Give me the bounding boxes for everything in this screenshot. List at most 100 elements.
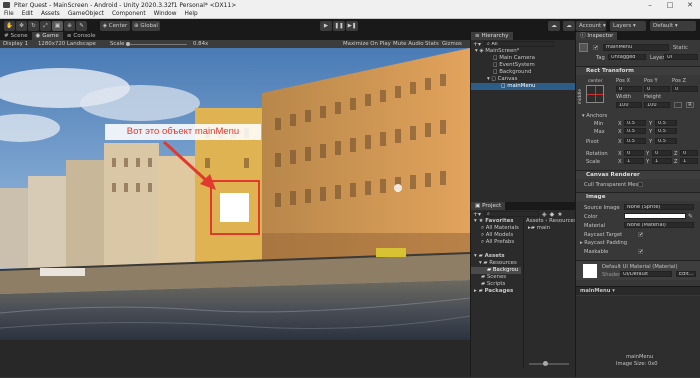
raw-edit-button[interactable]: R	[686, 102, 694, 108]
maskable-checkbox[interactable]: ✔	[638, 249, 643, 255]
scene-root-item[interactable]: ▾ ◈ MainScreen*	[471, 48, 575, 55]
tag-dropdown[interactable]: Untagged	[608, 54, 646, 60]
transform-tool-icon[interactable]: ⊕	[64, 20, 75, 31]
icon-size-slider[interactable]	[529, 363, 569, 365]
eyedropper-icon[interactable]: ✎	[688, 213, 693, 220]
project-search[interactable]: ⌕	[484, 211, 540, 217]
scale-slider[interactable]	[127, 43, 187, 45]
scale-y-field[interactable]: 1	[652, 158, 672, 164]
star-icon[interactable]: ★	[557, 211, 562, 218]
max-y-field[interactable]: 0.5	[655, 128, 677, 134]
gizmos-dropdown[interactable]: Gizmos	[442, 40, 462, 48]
step-icon[interactable]: ▶❚	[346, 20, 358, 31]
menu-component[interactable]: Component	[112, 11, 146, 17]
tab-hierarchy[interactable]: ≡ Hierarchy	[471, 32, 513, 40]
active-checkbox[interactable]: ✔	[593, 45, 598, 51]
rotate-tool-icon[interactable]: ↻	[28, 20, 39, 31]
layers-dropdown[interactable]: Layers ▾	[610, 20, 646, 31]
tab-console[interactable]: ≡ Console	[63, 32, 100, 40]
rotation-z-field[interactable]: 0	[680, 150, 698, 156]
canvas-renderer-header[interactable]: Canvas Renderer	[576, 170, 700, 179]
menu-window[interactable]: Window	[154, 11, 177, 17]
asset-main[interactable]: ▸▰ main	[524, 225, 576, 232]
close-icon[interactable]: ✕	[680, 0, 700, 10]
edit-shader-button[interactable]: Edit...	[676, 271, 696, 277]
add-asset-icon[interactable]: +▾	[473, 211, 481, 218]
stats-toggle[interactable]: Stats	[425, 40, 439, 48]
scale-tool-icon[interactable]: ⤢	[40, 20, 51, 31]
hierarchy-item-background[interactable]: ◻ Background	[471, 69, 575, 76]
menu-file[interactable]: File	[4, 11, 14, 17]
hierarchy-item-eventsystem[interactable]: ◻ EventSystem	[471, 62, 575, 69]
menu-gameobject[interactable]: GameObject	[68, 11, 104, 17]
posx-field[interactable]: 0	[616, 86, 642, 92]
custom-tool-icon[interactable]: ✎	[76, 20, 87, 31]
color-swatch[interactable]	[624, 213, 686, 219]
hand-tool-icon[interactable]: ✋	[4, 20, 15, 31]
blueprint-button[interactable]	[674, 102, 682, 108]
collab-icon[interactable]: ☁	[548, 20, 560, 31]
menu-help[interactable]: Help	[184, 11, 197, 17]
game-viewport[interactable]: Вот это объект mainMenu	[0, 48, 470, 340]
global-local-button[interactable]: ⊕ Global	[132, 20, 160, 31]
move-tool-icon[interactable]: ✥	[16, 20, 27, 31]
posy-field[interactable]: 0	[644, 86, 670, 92]
scripts-folder[interactable]: ▰ Scripts	[471, 281, 521, 288]
posz-field[interactable]: 0	[672, 86, 698, 92]
label-icon[interactable]: ◆	[550, 211, 555, 218]
static-toggle[interactable]: Static	[673, 45, 688, 51]
tab-project[interactable]: ▣ Project	[471, 202, 506, 210]
pivot-x-field[interactable]: 0.5	[624, 138, 646, 144]
add-icon[interactable]: +▾	[473, 41, 481, 48]
source-image-field[interactable]: None (Sprite)	[624, 204, 694, 210]
max-x-field[interactable]: 0.5	[624, 128, 646, 134]
layer-dropdown[interactable]: UI	[664, 54, 698, 60]
menu-edit[interactable]: Edit	[22, 11, 33, 17]
maximize-on-play-toggle[interactable]: Maximize On Play	[343, 40, 391, 48]
rect-transform-header[interactable]: Rect Transform	[576, 66, 700, 75]
tab-scene[interactable]: # Scene	[0, 32, 32, 40]
min-x-field[interactable]: 0.5	[624, 120, 646, 126]
object-name-field[interactable]: mainMenu	[603, 44, 669, 51]
resolution-dropdown[interactable]: 1280x720 Landscape	[38, 40, 96, 48]
pivot-y-field[interactable]: 0.5	[655, 138, 677, 144]
hierarchy-item-mainmenu[interactable]: ◻ mainMenu	[471, 83, 575, 90]
anchor-preset-icon[interactable]	[586, 85, 604, 103]
min-y-field[interactable]: 0.5	[655, 120, 677, 126]
maximize-icon[interactable]: □	[660, 0, 680, 10]
favorites-all-prefabs[interactable]: ⌕ All Prefabs	[471, 239, 521, 246]
display-dropdown[interactable]: Display 1	[3, 40, 28, 48]
hierarchy-item-main-camera[interactable]: ◻ Main Camera	[471, 55, 575, 62]
shader-dropdown[interactable]: UI/Default	[620, 271, 672, 277]
tab-inspector[interactable]: ⓘ Inspector	[576, 32, 618, 40]
filter-icon[interactable]: ◈	[542, 211, 547, 218]
assets-folder[interactable]: ▾ ▰ Assets	[471, 253, 521, 260]
mute-audio-toggle[interactable]: Mute Audio	[393, 40, 424, 48]
resources-folder[interactable]: ▾ ▰ Resources	[471, 260, 521, 267]
hierarchy-item-canvas[interactable]: ▾ ◻ Canvas	[471, 76, 575, 83]
scale-x-field[interactable]: 1	[624, 158, 644, 164]
breadcrumb-assets[interactable]: Assets	[526, 218, 544, 224]
material-field[interactable]: None (Material)	[624, 222, 694, 228]
icon-size-handle[interactable]	[543, 361, 548, 366]
minimize-icon[interactable]: –	[640, 0, 660, 10]
rotation-y-field[interactable]: 0	[652, 150, 672, 156]
breadcrumb-resources[interactable]: Resources	[549, 218, 577, 224]
pause-icon[interactable]: ❚❚	[333, 20, 345, 31]
raycast-padding-label[interactable]: ▸ Raycast Padding	[580, 240, 627, 246]
favorites-all-models[interactable]: ⌕ All Models	[471, 232, 521, 239]
tab-game[interactable]: ◉ Game	[31, 32, 63, 40]
cull-transparent-checkbox[interactable]	[638, 182, 643, 187]
scenes-folder[interactable]: ▰ Scenes	[471, 274, 521, 281]
favorites-folder[interactable]: ▾ ★ Favorites	[471, 218, 521, 225]
scale-slider-handle[interactable]	[126, 42, 130, 46]
rect-tool-icon[interactable]: ▣	[52, 20, 63, 31]
raycast-target-checkbox[interactable]: ✔	[638, 232, 643, 238]
packages-folder[interactable]: ▸ ▰ Packages	[471, 288, 521, 295]
height-field[interactable]: 100	[644, 102, 670, 108]
layout-dropdown[interactable]: Default ▾	[650, 20, 696, 31]
menu-assets[interactable]: Assets	[41, 11, 60, 17]
play-icon[interactable]: ▶	[320, 20, 332, 31]
account-dropdown[interactable]: Account ▾	[576, 20, 606, 31]
cloud-icon[interactable]: ☁	[563, 20, 575, 31]
